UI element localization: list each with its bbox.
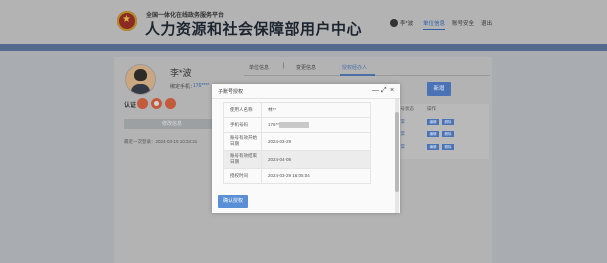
dialog-divider — [212, 98, 400, 99]
label-phone: 手机号码 — [230, 122, 248, 127]
table-row: 手机号码 176***** — [224, 118, 370, 133]
authorization-dialog: 子账号授权 — ⤢ × 使用人名称 林** 手机号码 176***** 账号有效… — [212, 84, 400, 213]
label-start-date: 账号有效开始日期 — [230, 135, 257, 146]
verify-badge-icon — [137, 98, 148, 109]
minimize-icon[interactable]: — — [372, 86, 379, 95]
scrollbar-thumb[interactable] — [395, 112, 399, 192]
avatar — [125, 64, 156, 95]
nav-account-security[interactable]: 账号安全 — [452, 19, 474, 27]
tab-authorized-agent[interactable]: 授权经办人 — [342, 64, 367, 71]
phone-label: 绑定手机： — [170, 84, 196, 90]
confirm-authorization-button[interactable]: 确认授权 — [218, 195, 248, 208]
delete-button[interactable]: 删除 — [442, 119, 454, 125]
table-header-actions: 操作 — [427, 106, 436, 111]
user-icon — [390, 19, 398, 27]
value-start-date: 2024-03-29 — [268, 139, 292, 144]
close-icon[interactable]: × — [390, 86, 394, 95]
header-band — [0, 44, 607, 51]
edit-button[interactable]: 编辑 — [427, 144, 439, 150]
add-agent-button[interactable]: 新增 — [427, 82, 451, 96]
table-row: 使用人名称 林** — [224, 103, 370, 118]
verify-badge-icon — [151, 98, 162, 109]
label-end-date: 账号有效结束日期 — [230, 153, 257, 164]
delete-button[interactable]: 删除 — [442, 144, 454, 150]
value-end-date: 2024-04-08 — [268, 157, 292, 162]
table-row: 授权时间 2024-03-29 16:05:04 — [224, 169, 370, 183]
profile-name: 李*波 — [170, 68, 192, 78]
tab-active-indicator — [340, 74, 375, 76]
edit-button[interactable]: 编辑 — [427, 131, 439, 137]
label-auth-time: 授权时间 — [230, 173, 248, 178]
nav-unit-info[interactable]: 单位信息 — [423, 19, 446, 30]
last-login-text: 最近一次登录：2024-03-19 10:34:31 — [124, 139, 198, 144]
label-user-name: 使用人名称 — [230, 107, 253, 112]
table-row: 账号有效开始日期 2024-03-29 — [224, 133, 370, 151]
phone-value: 176**** — [193, 83, 210, 89]
nav-logout[interactable]: 退出 — [481, 19, 492, 27]
edit-button[interactable]: 编辑 — [427, 119, 439, 125]
edit-profile-button[interactable]: 修改信息 — [124, 119, 220, 129]
redaction-block — [279, 122, 309, 128]
verify-label: 认证 — [124, 103, 137, 109]
authorization-info-table: 使用人名称 林** 手机号码 176***** 账号有效开始日期 2024-03… — [223, 102, 371, 184]
tab-separator: | — [283, 63, 285, 69]
user-name: 李*波 — [400, 21, 414, 27]
site-header: 全国一体化在线政务服务平台 人力资源和社会保障部用户中心 李*波 单位信息 账号… — [0, 0, 607, 44]
verify-badge-icon — [165, 98, 176, 109]
table-row: 账号有效结束日期 2024-04-08 — [224, 151, 370, 169]
value-auth-time: 2024-03-29 16:05:04 — [268, 173, 310, 178]
page-title: 人力资源和社会保障部用户中心 — [145, 21, 363, 38]
dialog-title: 子账号授权 — [218, 89, 244, 95]
tab-change-info[interactable]: 变更信息 — [296, 64, 316, 71]
user-menu[interactable]: 李*波 — [390, 17, 413, 29]
national-emblem-icon — [117, 11, 137, 31]
value-user-name: 林** — [268, 107, 277, 112]
tab-unit-info[interactable]: 单位信息 — [249, 64, 269, 71]
delete-button[interactable]: 删除 — [442, 131, 454, 137]
maximize-icon[interactable]: ⤢ — [381, 86, 387, 95]
